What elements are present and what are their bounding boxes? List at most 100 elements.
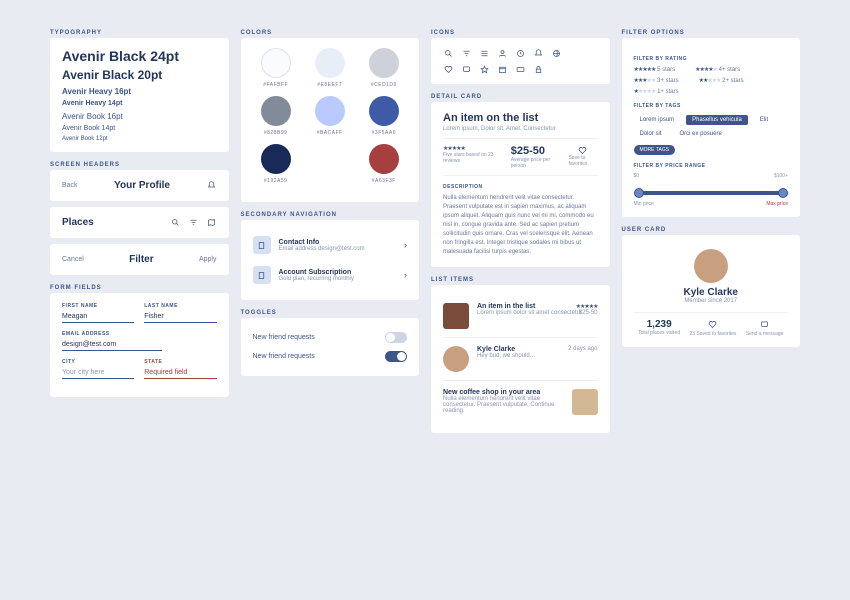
filter-icon[interactable] bbox=[461, 48, 471, 58]
type-sample: Avenir Black 20pt bbox=[62, 68, 217, 82]
list-card: An item in the listLorem ipsum dolor sit… bbox=[431, 285, 610, 433]
card-icon[interactable] bbox=[515, 64, 525, 74]
typography-section: TYPOGRAPHY Avenir Black 24pt Avenir Blac… bbox=[50, 30, 229, 152]
filter-rating-title: FILTER BY RATING bbox=[634, 56, 789, 62]
filter-icon[interactable] bbox=[189, 218, 199, 228]
tag[interactable]: Elit bbox=[754, 115, 774, 125]
thumbnail bbox=[443, 303, 469, 329]
nav-item-subscription[interactable]: Account SubscriptionGold plan, recurring… bbox=[253, 260, 408, 290]
page-title: Filter bbox=[129, 254, 153, 265]
nav-card: Contact InfoEmail address design@test.co… bbox=[241, 220, 420, 300]
filter-price-title: FILTER BY PRICE RANGE bbox=[634, 163, 789, 169]
tag-active[interactable]: Phasellus vehicula bbox=[686, 115, 748, 125]
apply-button[interactable]: Apply bbox=[199, 256, 217, 263]
min-price-label: Min price bbox=[634, 201, 654, 207]
search-icon[interactable] bbox=[443, 48, 453, 58]
type-sample: Avenir Heavy 16pt bbox=[62, 87, 217, 96]
list-item[interactable]: New coffee shop in your areaNulla elemen… bbox=[443, 381, 598, 423]
rating-option-5[interactable]: ★★★★★ 5 stars bbox=[634, 66, 676, 73]
tag[interactable]: Orci ex posuere bbox=[673, 129, 727, 139]
nav-item-contact[interactable]: Contact InfoEmail address design@test.co… bbox=[253, 230, 408, 260]
colors-section: COLORS #FAFBFF#E8EEF7#CED1D9#828B99#BACA… bbox=[241, 30, 420, 202]
save-label: Save to favorites bbox=[568, 155, 597, 167]
tag[interactable]: Lorem ipsum bbox=[634, 115, 681, 125]
section-title: SCREEN HEADERS bbox=[50, 162, 229, 168]
cancel-button[interactable]: Cancel bbox=[62, 256, 84, 263]
user-card: Kyle Clarke Member since 2017 1,239Total… bbox=[622, 235, 801, 347]
city-input[interactable]: Your city here bbox=[62, 367, 134, 379]
calendar-icon[interactable] bbox=[497, 64, 507, 74]
bell-icon[interactable] bbox=[533, 48, 543, 58]
nav-item-subtitle: Email address design@test.com bbox=[279, 246, 365, 252]
form-card: FIRST NAMEMeagan LAST NAMEFisher EMAIL A… bbox=[50, 293, 229, 397]
header-places: Places bbox=[50, 207, 229, 238]
color-swatches: #FAFBFF#E8EEF7#CED1D9#828B99#BACAFF#3F5A… bbox=[241, 38, 420, 202]
type-sample: Avenir Black 24pt bbox=[62, 48, 217, 64]
heart-icon[interactable] bbox=[708, 319, 718, 329]
page-title: Your Profile bbox=[114, 180, 170, 191]
heart-icon[interactable] bbox=[443, 64, 453, 74]
last-name-input[interactable]: Fisher bbox=[144, 311, 216, 323]
nav-item-title: Contact Info bbox=[279, 239, 365, 246]
field-label: LAST NAME bbox=[144, 303, 216, 309]
star-icon[interactable] bbox=[479, 64, 489, 74]
rating-option-4[interactable]: ★★★★★ 4+ stars bbox=[695, 66, 740, 73]
chat-icon[interactable] bbox=[461, 64, 471, 74]
state-input[interactable]: Required field bbox=[144, 367, 216, 379]
email-input[interactable]: design@test.com bbox=[62, 339, 162, 351]
color-swatch: #E8EEF7 bbox=[307, 48, 353, 88]
detail-card: An item on the list Lorem ipsum, Dolor s… bbox=[431, 102, 610, 267]
send-message[interactable]: Send a message bbox=[746, 331, 784, 337]
field-label: STATE bbox=[144, 359, 216, 365]
bell-icon[interactable] bbox=[207, 181, 217, 191]
clock-icon[interactable] bbox=[515, 48, 525, 58]
user-icon[interactable] bbox=[497, 48, 507, 58]
rating-option-2[interactable]: ★★★★★ 2+ stars bbox=[699, 77, 744, 84]
toggle-off[interactable] bbox=[385, 332, 407, 343]
saved-label: Saved to favorites bbox=[696, 331, 736, 337]
type-sample: Avenir Book 16pt bbox=[62, 112, 217, 121]
screen-headers-section: SCREEN HEADERS Back Your Profile Places … bbox=[50, 162, 229, 275]
chat-icon[interactable] bbox=[760, 319, 770, 329]
rating-option-3[interactable]: ★★★★★ 3+ stars bbox=[634, 77, 679, 84]
section-title: TYPOGRAPHY bbox=[50, 30, 229, 36]
toggle-on[interactable] bbox=[385, 351, 407, 362]
description-text: Nulla elementum hendrerit velit vitae co… bbox=[443, 194, 598, 257]
section-title: COLORS bbox=[241, 30, 420, 36]
price-slider[interactable] bbox=[634, 185, 789, 201]
list-item-title: New coffee shop in your area bbox=[443, 389, 564, 396]
rating-stars: ★★★★★ bbox=[443, 145, 497, 152]
filter-card: FILTER BY RATING ★★★★★ 5 stars ★★★★★ 4+ s… bbox=[622, 38, 801, 217]
map-icon[interactable] bbox=[207, 218, 217, 228]
list-items-section: LIST ITEMS An item in the listLorem ipsu… bbox=[431, 277, 610, 433]
member-since: Member since 2017 bbox=[634, 298, 789, 304]
section-title: TOGGLES bbox=[241, 310, 420, 316]
detail-heading: An item on the list bbox=[443, 112, 598, 124]
list-item[interactable]: An item in the listLorem ipsum dolor sit… bbox=[443, 295, 598, 338]
section-title: SECONDARY NAVIGATION bbox=[241, 212, 420, 218]
color-swatch: #CED1D9 bbox=[361, 48, 407, 88]
back-button[interactable]: Back bbox=[62, 182, 78, 189]
chevron-right-icon: › bbox=[404, 270, 407, 280]
lock-icon[interactable] bbox=[533, 64, 543, 74]
list-item[interactable]: Kyle ClarkeHey bud, we should… 2 days ag… bbox=[443, 338, 598, 381]
list-icon[interactable] bbox=[479, 48, 489, 58]
section-title: DETAIL CARD bbox=[431, 94, 610, 100]
more-tags-button[interactable]: MORE TAGS bbox=[634, 145, 676, 155]
price: $25-50 bbox=[511, 145, 555, 157]
first-name-input[interactable]: Meagan bbox=[62, 311, 134, 323]
rating-option-1[interactable]: ★★★★★ 1+ stars bbox=[634, 88, 679, 95]
search-icon[interactable] bbox=[171, 218, 181, 228]
list-item-time: 2 days ago bbox=[568, 346, 597, 352]
saved-count: 23 bbox=[689, 331, 695, 337]
thumbnail bbox=[572, 389, 598, 415]
tag[interactable]: Dolor sit bbox=[634, 129, 668, 139]
detail-card-section: DETAIL CARD An item on the list Lorem ip… bbox=[431, 94, 610, 267]
heart-outline-icon[interactable] bbox=[578, 145, 588, 155]
list-item-price: $25-50 bbox=[579, 310, 598, 316]
globe-icon[interactable] bbox=[551, 48, 561, 58]
filter-options-section: FILTER OPTIONS FILTER BY RATING ★★★★★ 5 … bbox=[622, 30, 801, 217]
page-title: Places bbox=[62, 217, 94, 228]
document-icon bbox=[253, 236, 271, 254]
price-sub: Average price per person bbox=[511, 157, 555, 169]
